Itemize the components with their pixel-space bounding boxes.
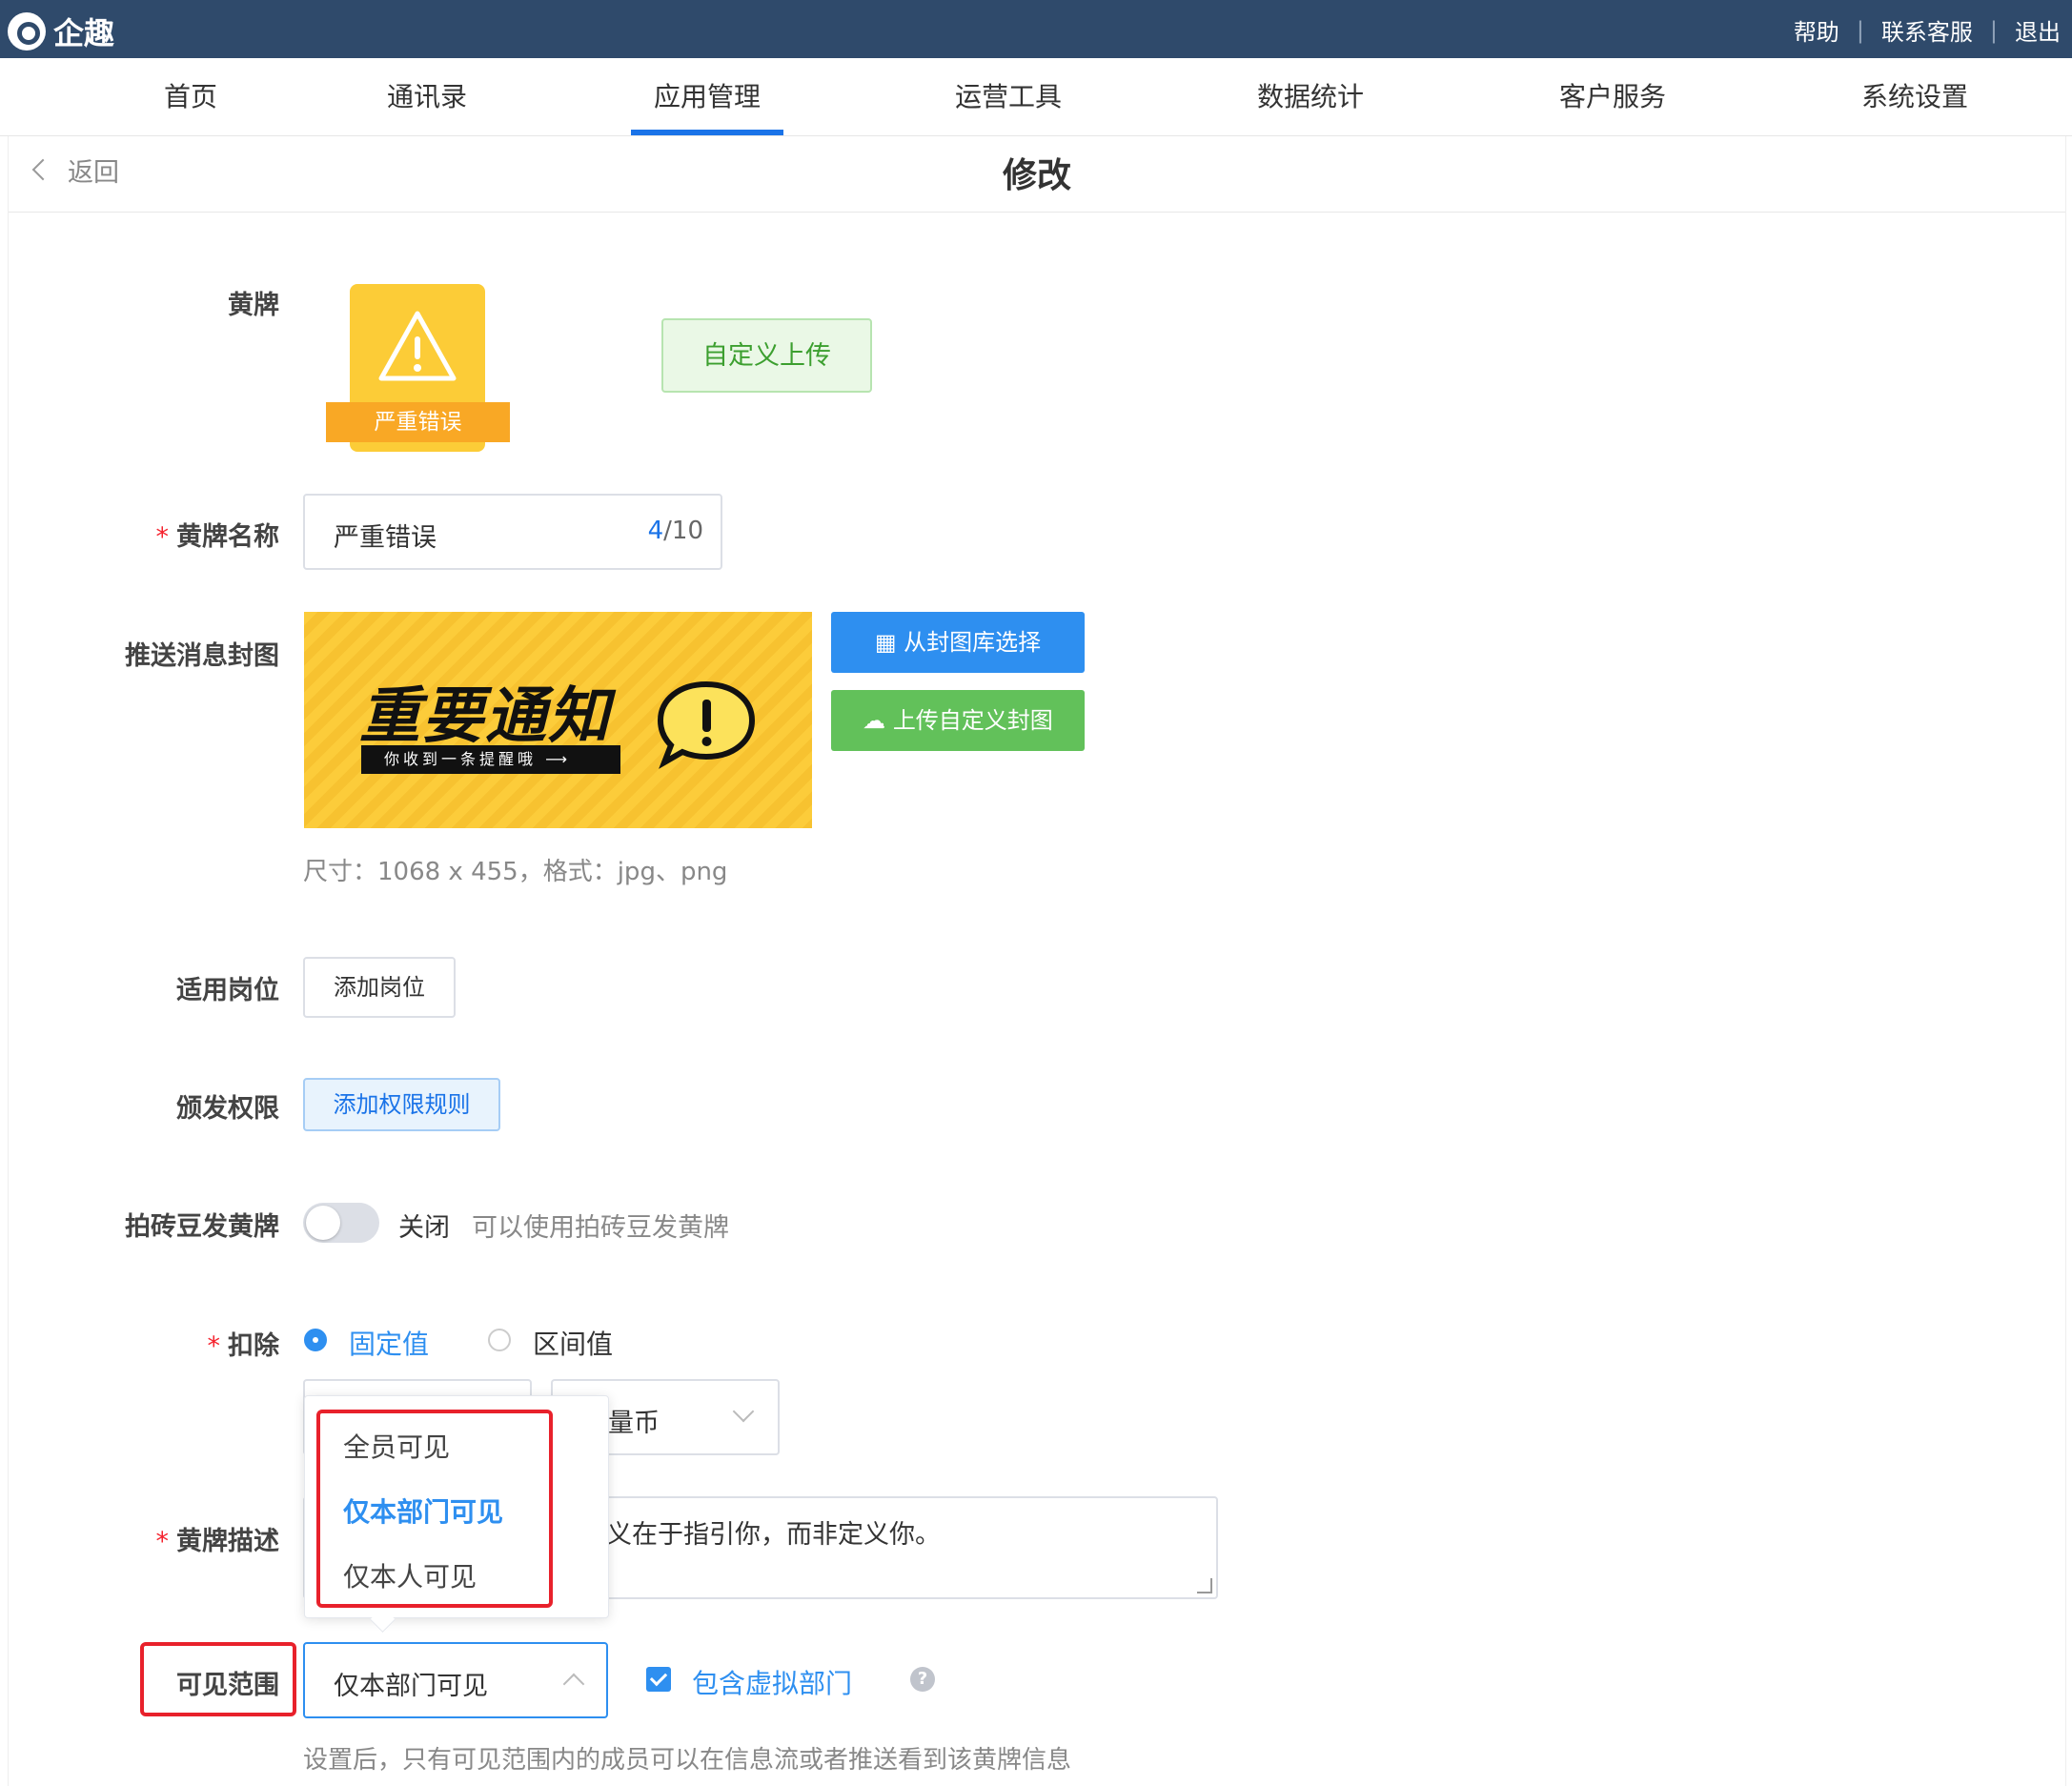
include-virtual-label[interactable]: 包含虚拟部门 [692, 1663, 852, 1701]
page-title: 修改 [1002, 156, 1071, 195]
top-links: 帮助 | 联系客服 | 退出 [1794, 13, 2061, 47]
speech-bubble-exclamation-icon [657, 680, 756, 769]
cover-title-text: 重要通知 [359, 681, 611, 752]
pick-from-library-button[interactable]: ▦ 从封图库选择 [831, 612, 1085, 673]
radio-fixed-value[interactable] [304, 1329, 327, 1351]
brick-toggle[interactable] [303, 1203, 379, 1243]
currency-value: 量币 [608, 1409, 660, 1438]
chevron-up-icon [562, 1673, 585, 1695]
char-counter: 4/10 [647, 517, 703, 545]
custom-upload-button[interactable]: 自定义上传 [661, 318, 872, 393]
cover-label: 推送消息封图 [125, 641, 279, 671]
chevron-left-icon [31, 158, 54, 180]
nav-item-operation-tools[interactable]: 运营工具 [932, 58, 1085, 135]
badge-name-input[interactable]: 严重错误 4/10 [303, 494, 722, 570]
main-nav: 首页 通讯录 应用管理 运营工具 数据统计 客户服务 系统设置 [0, 58, 2072, 136]
radio-range-label[interactable]: 区间值 [533, 1324, 613, 1362]
description-label: * 黄牌描述 [155, 1527, 280, 1556]
radio-range-value[interactable] [488, 1329, 511, 1351]
chevron-down-icon [732, 1400, 755, 1423]
highlight-box-options [316, 1410, 553, 1608]
active-tab-indicator [631, 130, 783, 135]
contact-support-link[interactable]: 联系客服 [1881, 13, 1973, 47]
visibility-value: 仅本部门可见 [334, 1672, 488, 1701]
brick-label: 拍砖豆发黄牌 [125, 1212, 279, 1242]
top-bar: 企趣 帮助 | 联系客服 | 退出 [0, 0, 2072, 58]
nav-item-system-settings[interactable]: 系统设置 [1838, 58, 1991, 135]
deduct-label: * 扣除 [207, 1331, 280, 1361]
nav-item-app-management[interactable]: 应用管理 [631, 58, 783, 135]
badge-name-value: 严重错误 [334, 523, 437, 553]
help-link[interactable]: 帮助 [1794, 13, 1839, 47]
cover-bar: 你收到一条提醒哦 ⟶ [361, 745, 620, 774]
back-button[interactable]: 返回 [31, 152, 119, 189]
badge-ribbon-text: 严重错误 [326, 402, 510, 442]
help-icon[interactable]: ? [910, 1667, 935, 1692]
logo-icon [8, 12, 46, 51]
nav-item-statistics[interactable]: 数据统计 [1234, 58, 1387, 135]
include-virtual-checkbox[interactable] [646, 1667, 671, 1692]
nav-item-home[interactable]: 首页 [143, 58, 238, 135]
description-value: 义在于指引你，而非定义你。 [606, 1520, 941, 1550]
visibility-label: 可见范围 [176, 1671, 279, 1700]
add-position-button[interactable]: 添加岗位 [303, 957, 456, 1018]
page-header: 修改 返回 [8, 136, 2066, 213]
logout-link[interactable]: 退出 [2015, 13, 2061, 47]
radio-fixed-label[interactable]: 固定值 [349, 1324, 429, 1362]
cover-size-hint: 尺寸：1068 x 455，格式：jpg、png [303, 858, 728, 886]
position-label: 适用岗位 [176, 976, 279, 1005]
logo-text: 企趣 [53, 15, 115, 51]
toggle-state-text: 关闭 [398, 1213, 450, 1243]
visibility-hint: 设置后，只有可见范围内的成员可以在信息流或者推送看到该黄牌信息 [303, 1746, 1072, 1775]
divider: | [1989, 16, 1998, 44]
cover-image: 重要通知 你收到一条提醒哦 ⟶ [304, 612, 812, 828]
warning-triangle-icon [378, 311, 457, 381]
badge-name-label: * 黄牌名称 [155, 522, 280, 552]
visibility-select[interactable]: 仅本部门可见 [303, 1642, 608, 1718]
add-permission-rule-button[interactable]: 添加权限规则 [303, 1078, 500, 1131]
resize-handle-icon[interactable] [1197, 1578, 1212, 1593]
back-label: 返回 [68, 158, 119, 188]
grid-icon: ▦ [874, 629, 904, 656]
cloud-upload-icon: ☁ [863, 707, 893, 734]
nav-item-contacts[interactable]: 通讯录 [368, 58, 486, 135]
upload-cover-button[interactable]: ☁ 上传自定义封图 [831, 690, 1085, 751]
badge-label: 黄牌 [228, 291, 279, 320]
app-logo[interactable]: 企趣 [8, 10, 114, 53]
divider: | [1856, 16, 1864, 44]
nav-item-customer-service[interactable]: 客户服务 [1536, 58, 1689, 135]
brick-description: 可以使用拍砖豆发黄牌 [472, 1213, 729, 1243]
permission-label: 颁发权限 [176, 1094, 279, 1124]
